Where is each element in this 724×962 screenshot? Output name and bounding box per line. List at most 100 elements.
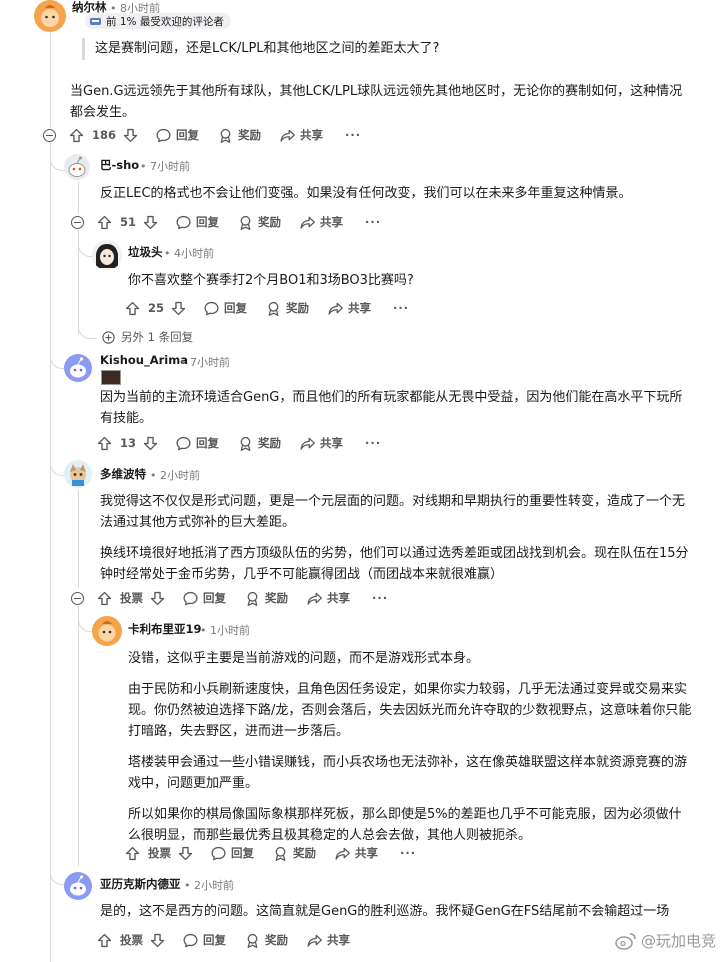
award-button[interactable]: 奖励 [217, 127, 261, 144]
award-icon [237, 214, 254, 231]
vote-label: 投票 [148, 846, 171, 860]
badge-label: 前 1% 最受欢迎的评论者 [106, 15, 224, 28]
upvote-button[interactable] [96, 214, 113, 231]
downvote-button[interactable] [149, 932, 166, 949]
more-options-button[interactable]: ··· [345, 128, 361, 142]
avatar[interactable] [64, 460, 92, 488]
avatar[interactable] [64, 154, 90, 180]
downvote-icon [142, 435, 159, 452]
comment-author[interactable]: 亚历克斯内德亚 [100, 876, 181, 892]
vote-label: 投票 [120, 591, 143, 605]
reply-label: 回复 [196, 215, 220, 229]
comment-paragraph: 当Gen.G远远领先于其他所有球队，其他LCK/LPL球队远远领先其他地区时，无… [70, 84, 683, 120]
avatar[interactable] [92, 240, 122, 270]
reply-button[interactable]: 回复 [175, 214, 219, 231]
comment-author[interactable]: Kishou_Arima [100, 353, 188, 367]
thread-branch [50, 340, 65, 369]
comment-author[interactable]: 多维波特 [100, 466, 146, 482]
award-button[interactable]: 奖励 [265, 300, 309, 317]
award-button[interactable]: 奖励 [244, 590, 288, 607]
award-label: 奖励 [238, 128, 262, 142]
downvote-button[interactable] [142, 214, 159, 231]
reply-button[interactable]: 回复 [182, 932, 226, 949]
upvote-icon [96, 590, 113, 607]
downvote-icon [170, 300, 187, 317]
award-label: 奖励 [258, 215, 282, 229]
upvote-button[interactable] [96, 590, 113, 607]
downvote-icon [149, 932, 166, 949]
comment-paragraph: 换线环境很好地抵消了西方顶级队伍的劣势，他们可以通过选秀差距或团战找到机会。现在… [100, 546, 689, 582]
avatar[interactable] [34, 0, 66, 32]
share-button[interactable]: 共享 [306, 590, 350, 607]
avatar[interactable] [92, 616, 122, 646]
comment-author[interactable]: 巴-sho [100, 157, 139, 173]
reply-label: 回复 [176, 128, 200, 142]
collapse-thread-button[interactable] [43, 129, 56, 142]
comment-paragraph: 由于民防和小兵刷新速度快，且角色因任务设定，如果你实力较弱，几乎无法通过变异或交… [128, 682, 692, 739]
share-button[interactable]: 共享 [299, 435, 343, 452]
downvote-button[interactable] [142, 435, 159, 452]
comment-actions: 13 回复 奖励 共享 ··· [96, 433, 381, 453]
avatar[interactable] [64, 872, 92, 900]
downvote-button[interactable] [177, 845, 194, 862]
vote-label: 投票 [120, 933, 143, 947]
comment-body: 没错，这似乎主要是当前游戏的问题，而不是游戏形式本身。 由于民防和小兵刷新速度快… [128, 648, 693, 856]
share-icon [306, 932, 323, 949]
share-button[interactable]: 共享 [306, 932, 350, 949]
thread-branch [78, 320, 97, 339]
downvote-button[interactable] [149, 590, 166, 607]
thread-line [50, 142, 51, 962]
reply-button[interactable]: 回复 [175, 435, 219, 452]
reply-button[interactable]: 回复 [210, 845, 254, 862]
comment-actions: 25 回复 奖励 共享 ··· [124, 298, 409, 318]
award-button[interactable]: 奖励 [237, 435, 281, 452]
collapse-thread-button[interactable] [71, 592, 84, 605]
more-replies-button[interactable]: 另外 1 条回复 [101, 329, 193, 345]
reply-button[interactable]: 回复 [203, 300, 247, 317]
comment-author[interactable]: 垃圾头 [128, 244, 163, 260]
downvote-icon [149, 590, 166, 607]
reply-label: 回复 [224, 301, 248, 315]
share-icon [334, 845, 351, 862]
upvote-button[interactable] [96, 435, 113, 452]
watermark: @玩加电竞 [615, 930, 716, 951]
more-options-button[interactable]: ··· [365, 215, 381, 229]
comment-paragraph: 所以如果你的棋局像国际象棋那样死板，那么即使是5%的差距也几乎不可能克服，因为必… [128, 807, 682, 843]
comment-paragraph: 你不喜欢整个赛季打2个月BO1和3场BO3比赛吗? [128, 273, 414, 288]
thread-branch [78, 606, 93, 632]
comment-author[interactable]: 卡利布里亚19 [128, 621, 202, 637]
downvote-icon [122, 127, 139, 144]
comment-time: • 7小时前 [180, 356, 230, 369]
reply-icon [175, 435, 192, 452]
downvote-button[interactable] [170, 300, 187, 317]
comment-time: • 2小时前 [184, 879, 234, 892]
share-button[interactable]: 共享 [279, 127, 323, 144]
collapse-thread-button[interactable] [71, 216, 84, 229]
award-icon [217, 127, 234, 144]
reply-button[interactable]: 回复 [155, 127, 199, 144]
reply-icon [203, 300, 220, 317]
upvote-button[interactable] [124, 300, 141, 317]
reply-label: 回复 [196, 436, 220, 450]
watermark-text: @玩加电竞 [640, 932, 716, 950]
share-button[interactable]: 共享 [334, 845, 378, 862]
thread-branch [78, 238, 93, 257]
award-button[interactable]: 奖励 [272, 845, 316, 862]
quoted-text: 这是赛制问题，还是LCK/LPL和其他地区之间的差距太大了? [82, 38, 695, 60]
share-button[interactable]: 共享 [327, 300, 371, 317]
award-button[interactable]: 奖励 [244, 932, 288, 949]
share-label: 共享 [320, 215, 344, 229]
avatar[interactable] [64, 354, 92, 382]
more-options-button[interactable]: ··· [393, 301, 409, 315]
share-button[interactable]: 共享 [299, 214, 343, 231]
more-options-button[interactable]: ··· [372, 591, 388, 605]
upvote-button[interactable] [96, 932, 113, 949]
award-button[interactable]: 奖励 [237, 214, 281, 231]
upvote-button[interactable] [68, 127, 85, 144]
more-options-button[interactable]: ··· [400, 846, 416, 860]
comment-time: • 2小时前 [150, 469, 200, 482]
more-options-button[interactable]: ··· [365, 436, 381, 450]
reply-button[interactable]: 回复 [182, 590, 226, 607]
downvote-button[interactable] [122, 127, 139, 144]
upvote-button[interactable] [124, 845, 141, 862]
